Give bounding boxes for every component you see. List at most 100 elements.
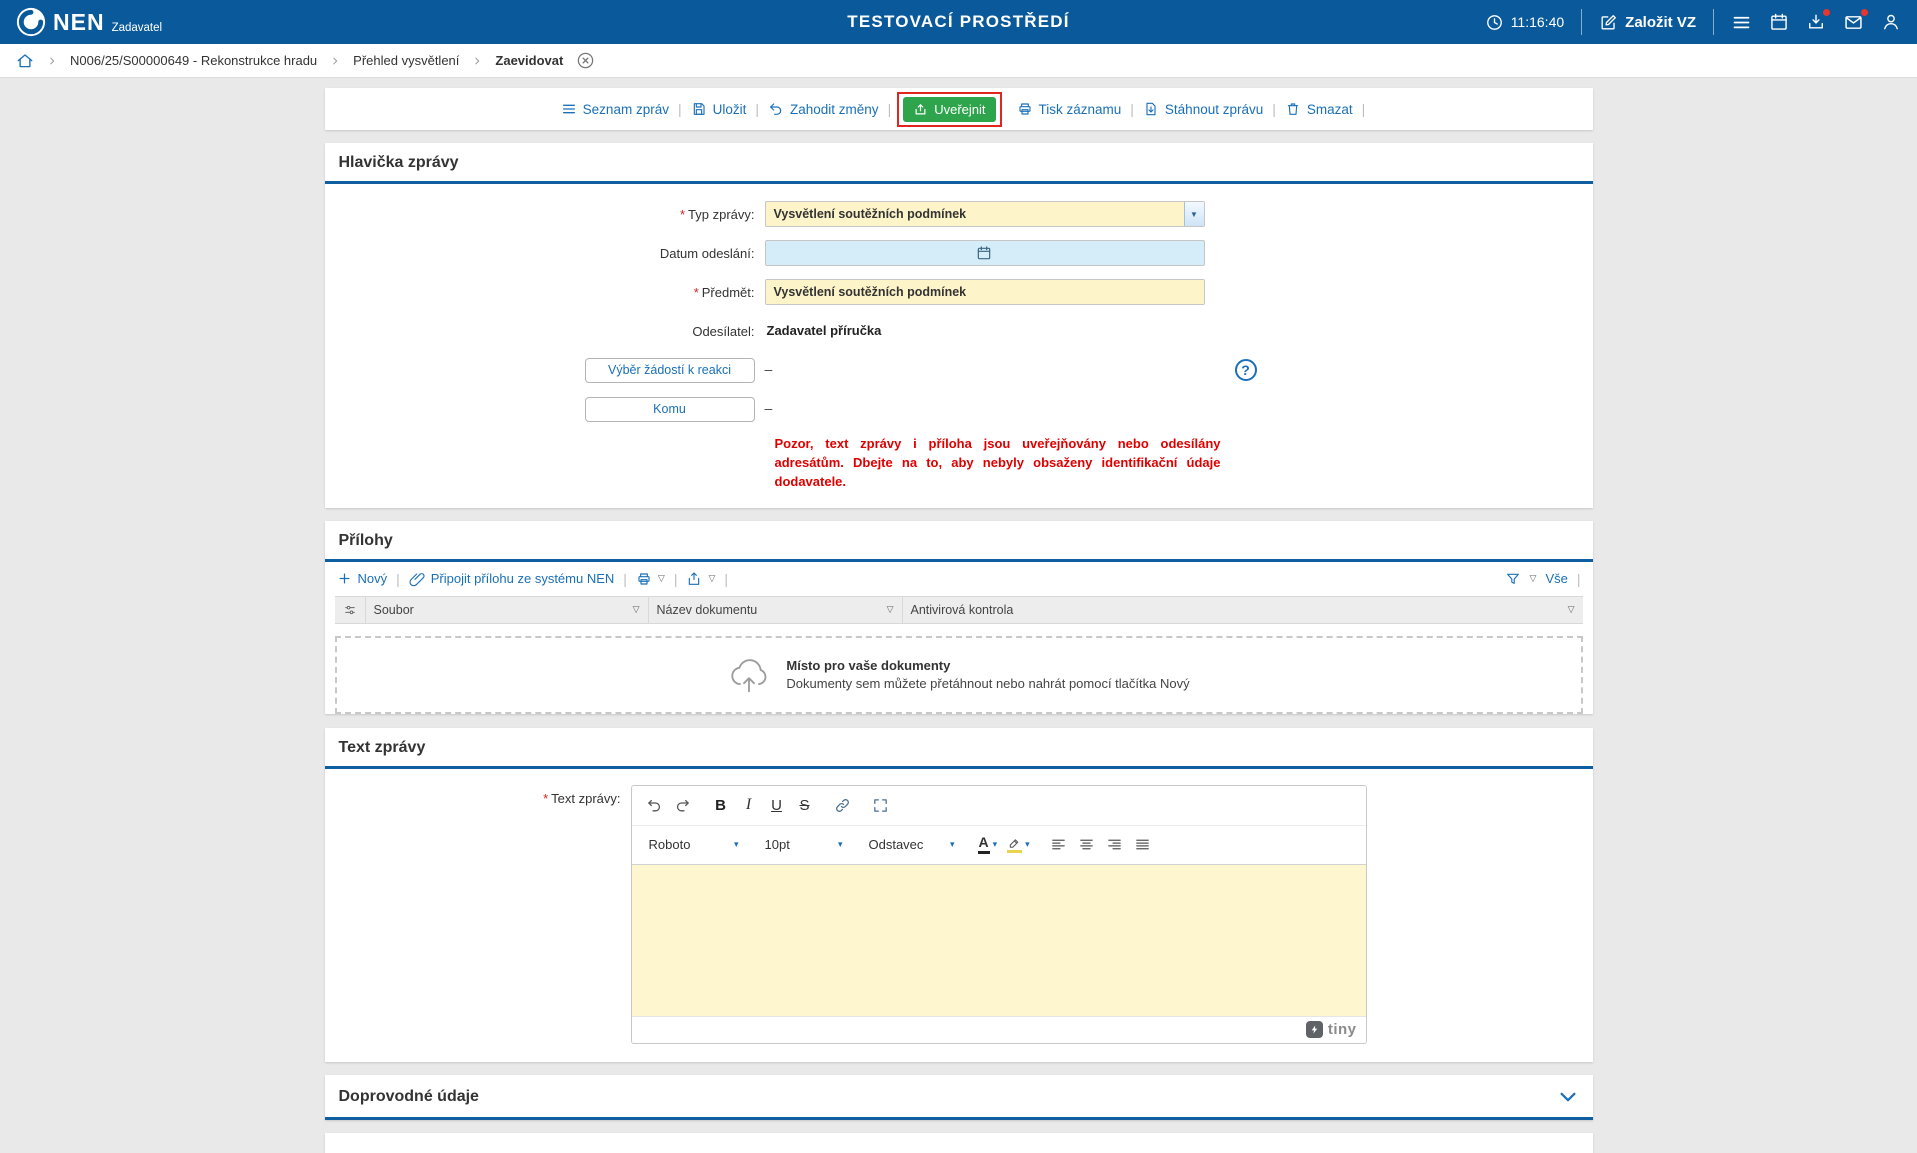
create-vz-button[interactable]: Založit VZ	[1599, 13, 1696, 32]
typ-zpravy-dropdown-icon[interactable]: ▼	[1184, 202, 1204, 226]
dropzone-title: Místo pro vaše dokumenty	[786, 658, 1189, 673]
datepicker-calendar-icon[interactable]	[976, 245, 992, 261]
chevron-right-icon	[472, 56, 482, 66]
editor-content-area[interactable]	[632, 864, 1366, 1016]
toolbar-zahodit-zmeny[interactable]: Zahodit změny	[759, 101, 888, 117]
komu-value: –	[765, 400, 773, 416]
hlavicka-body: *Typ zprávy: Vysvětlení soutěžních podmí…	[325, 184, 1593, 508]
editor-link-button[interactable]	[830, 792, 856, 818]
app-header: NEN Zadavatel TESTOVACÍ PROSTŘEDÍ 11:16:…	[0, 0, 1917, 44]
column-header-soubor[interactable]: Soubor ▽	[365, 597, 648, 623]
home-button[interactable]	[16, 52, 34, 70]
editor-undo-button[interactable]	[642, 792, 668, 818]
vyber-zadosti-button[interactable]: Výběr žádostí k reakci	[585, 358, 755, 383]
datum-odeslani-input[interactable]	[765, 240, 1205, 266]
text-zpravy-header: Text zprávy	[325, 728, 1593, 769]
toolbar-tisk-zaznamu[interactable]: Tisk záznamu	[1008, 101, 1131, 117]
editor-textcolor-button[interactable]: A ▾	[974, 832, 1002, 858]
vse-dropdown-icon[interactable]: ▽	[1530, 573, 1537, 584]
editor-bold-button[interactable]: B	[708, 792, 734, 818]
column-header-antivir[interactable]: Antivirová kontrola ▽	[902, 597, 1583, 623]
doprovodne-header[interactable]: Doprovodné údaje	[325, 1075, 1593, 1120]
toolbar-smazat[interactable]: Smazat	[1276, 101, 1362, 117]
close-tab-button[interactable]	[576, 51, 595, 70]
document-dropzone[interactable]: Místo pro vaše dokumenty Dokumenty sem m…	[335, 636, 1583, 714]
editor-underline-button[interactable]: U	[764, 792, 790, 818]
prilohy-header: Přílohy	[325, 521, 1593, 562]
typ-zpravy-select[interactable]: Vysvětlení soutěžních podmínek ▼	[765, 201, 1205, 227]
profile-button[interactable]	[1881, 12, 1901, 32]
editor-blockformat-select[interactable]: Odstavec ▾	[862, 832, 962, 858]
breadcrumb-item-contract[interactable]: N006/25/S00000649 - Rekonstrukce hradu	[70, 53, 317, 68]
text-zpravy-label: *Text zprávy:	[325, 785, 631, 1044]
text-zpravy-body: *Text zprávy: B I U S	[325, 769, 1593, 1062]
editor-font-select[interactable]: Roboto ▾	[642, 832, 746, 858]
select-chevron-icon: ▾	[1025, 839, 1030, 850]
editor-statusbar: tiny	[632, 1016, 1366, 1043]
filter-button[interactable]	[1505, 571, 1521, 587]
toolbar-ulozit-label: Uložit	[713, 102, 747, 117]
expand-chevron-down-icon[interactable]	[1557, 1086, 1579, 1108]
editor-strikethrough-button[interactable]: S	[792, 792, 818, 818]
typ-zpravy-label: *Typ zprávy:	[325, 207, 765, 222]
help-button[interactable]: ?	[1235, 359, 1257, 381]
editor-align-right-button[interactable]	[1102, 832, 1128, 858]
column-filter-icon[interactable]: ▽	[633, 604, 640, 615]
messages-button[interactable]	[1843, 12, 1864, 33]
printer-icon	[636, 571, 652, 587]
brand-group[interactable]: NEN Zadavatel	[16, 7, 162, 37]
brand-subtitle: Zadavatel	[112, 22, 163, 37]
editor-align-left-button[interactable]	[1046, 832, 1072, 858]
breadcrumb-item-overview[interactable]: Přehled vysvětlení	[353, 53, 459, 68]
tiny-brand-label: tiny	[1328, 1021, 1357, 1038]
editor-highlight-button[interactable]: ▾	[1003, 832, 1034, 858]
highlight-color-bar	[1007, 850, 1022, 853]
novy-button[interactable]: Nový	[337, 571, 388, 586]
downloads-badge	[1822, 8, 1831, 17]
calendar-button[interactable]	[1769, 12, 1789, 32]
column-filter-icon[interactable]: ▽	[1568, 604, 1575, 615]
column-filter-icon[interactable]: ▽	[887, 604, 894, 615]
typ-zpravy-label-text: Typ zprávy:	[688, 207, 754, 222]
editor-italic-button[interactable]: I	[736, 792, 762, 818]
doprovodne-title: Doprovodné údaje	[339, 1088, 479, 1106]
predmet-input[interactable]: Vysvětlení soutěžních podmínek	[765, 279, 1205, 305]
list-icon	[561, 101, 577, 117]
editor-font-value: Roboto	[649, 837, 691, 852]
komu-field: –	[765, 400, 1205, 418]
column-settings-button[interactable]	[335, 597, 365, 623]
page-content: Seznam zpráv | Uložit | Zahodit změny | …	[0, 78, 1917, 1153]
column-nazev-label: Název dokumentu	[657, 603, 758, 617]
editor-fullscreen-button[interactable]	[868, 792, 894, 818]
vyber-zadosti-field: –	[765, 361, 1205, 379]
print-menu-button[interactable]: ▽	[636, 571, 665, 587]
uverejnit-button[interactable]: Uveřejnit	[903, 97, 995, 122]
pripojit-prilohu-button[interactable]: Připojit přílohu ze systému NEN	[409, 571, 615, 587]
editor-justify-button[interactable]	[1130, 832, 1156, 858]
column-header-nazev[interactable]: Název dokumentu ▽	[648, 597, 902, 623]
menu-button[interactable]	[1731, 12, 1752, 33]
form-row-odesilatel: Odesílatel: Zadavatel příručka	[325, 318, 1593, 344]
dropzone-text: Místo pro vaše dokumenty Dokumenty sem m…	[786, 658, 1189, 691]
brand-name: NEN	[53, 7, 105, 37]
header-separator	[1713, 9, 1714, 35]
toolbar-seznam-zprav[interactable]: Seznam zpráv	[552, 101, 678, 117]
toolbar-stahnout-zpravu[interactable]: Stáhnout zprávu	[1134, 101, 1272, 117]
toolbar-ulozit[interactable]: Uložit	[682, 101, 756, 117]
editor-fontsize-value: 10pt	[765, 837, 790, 852]
export-menu-button[interactable]: ▽	[686, 571, 715, 587]
editor-fontsize-select[interactable]: 10pt ▾	[758, 832, 850, 858]
create-vz-label: Založit VZ	[1625, 14, 1696, 31]
calendar-icon	[1769, 12, 1789, 32]
attachments-separator: |	[674, 571, 678, 587]
komu-button[interactable]: Komu	[585, 397, 755, 422]
editor-align-center-button[interactable]	[1074, 832, 1100, 858]
editor-redo-button[interactable]	[670, 792, 696, 818]
vse-filter-button[interactable]: Vše	[1545, 571, 1567, 586]
attachments-separator: |	[396, 571, 400, 587]
downloads-button[interactable]	[1806, 12, 1826, 32]
form-row-predmet: *Předmět: Vysvětlení soutěžních podmínek	[325, 279, 1593, 305]
prilohy-title: Přílohy	[339, 532, 393, 550]
select-chevron-icon: ▾	[993, 839, 998, 850]
hamburger-icon	[1731, 12, 1752, 33]
